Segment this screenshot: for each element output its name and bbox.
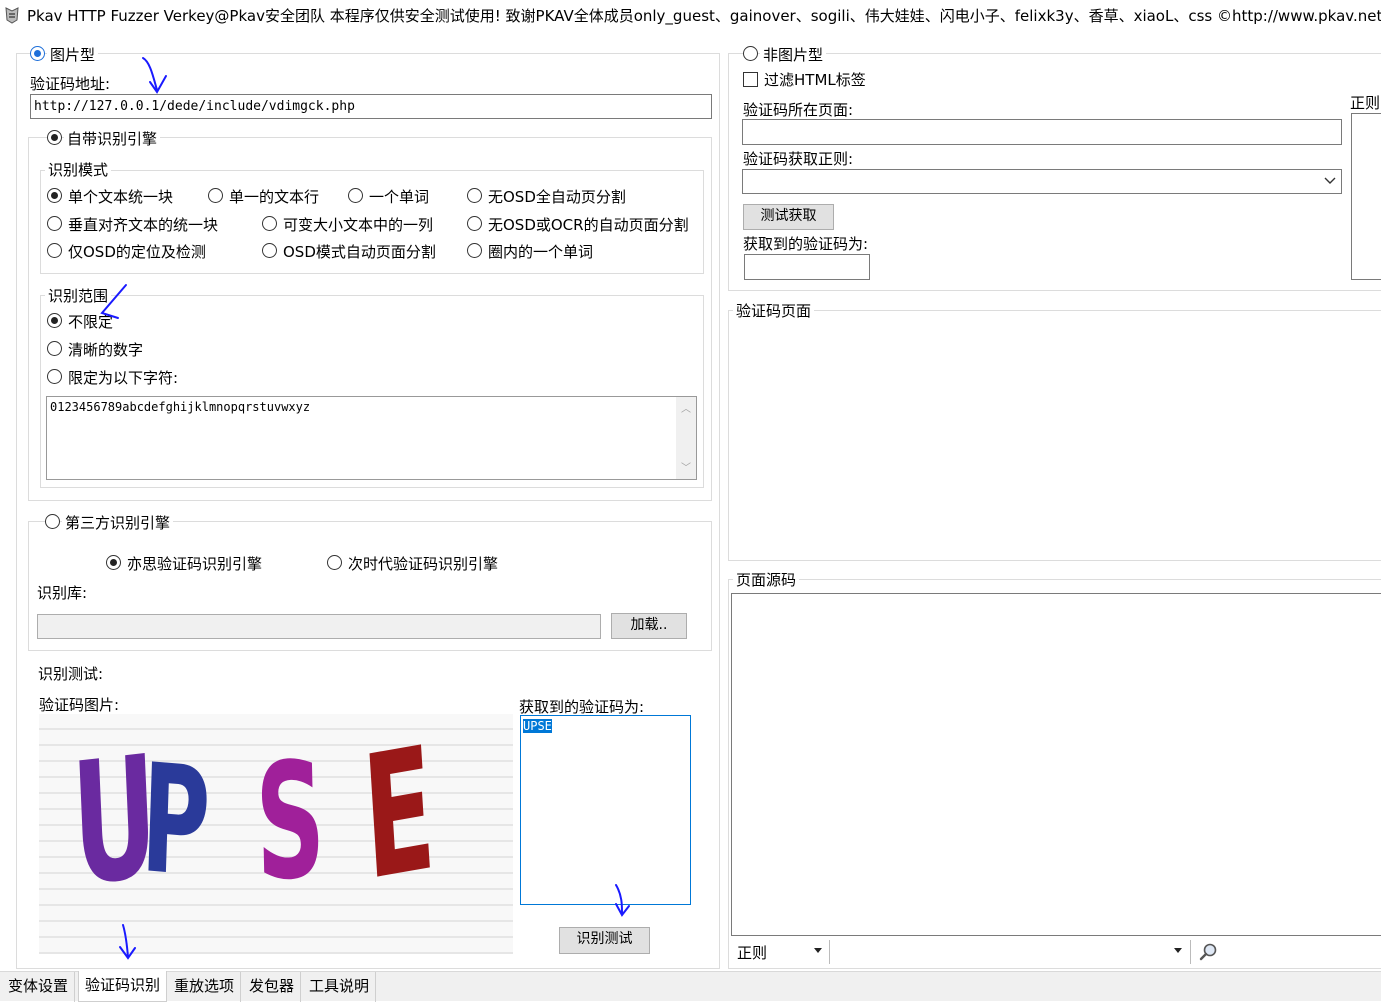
load-button[interactable]: 加载.. bbox=[611, 613, 687, 639]
filter-html-checkbox[interactable] bbox=[743, 72, 758, 87]
captcha-char: E bbox=[358, 714, 440, 919]
recognition-mode-radio[interactable] bbox=[262, 216, 277, 231]
page-source-legend: 页面源码 bbox=[733, 569, 800, 590]
recognition-mode-label: 单一的文本行 bbox=[229, 188, 320, 206]
recognition-mode-label: 圈内的一个单词 bbox=[488, 243, 594, 261]
tab-captcha-recognition[interactable]: 验证码识别 bbox=[78, 971, 168, 1002]
scroll-up-icon[interactable]: ︿ bbox=[678, 400, 694, 415]
third-party-engine-radio[interactable] bbox=[45, 514, 60, 529]
result-textarea[interactable]: UPSE bbox=[520, 715, 691, 905]
builtin-engine-radio[interactable] bbox=[47, 130, 62, 145]
recognition-mode-label: 一个单词 bbox=[369, 188, 430, 206]
fetched-captcha-input[interactable] bbox=[744, 254, 870, 280]
mode-image-label: 图片型 bbox=[47, 44, 99, 65]
recognition-mode-label: 无OSD全自动页分割 bbox=[488, 188, 626, 206]
result-value: UPSE bbox=[523, 719, 552, 733]
filter-html-label: 过滤HTML标签 bbox=[764, 71, 866, 89]
recognition-mode-radio[interactable] bbox=[47, 188, 62, 203]
mode-image-radio[interactable] bbox=[30, 46, 45, 61]
title-bar: Pkav HTTP Fuzzer Verkey@Pkav安全团队 本程序仅供安全… bbox=[0, 0, 1381, 30]
tab-packet-sender[interactable]: 发包器 bbox=[243, 972, 302, 1002]
window-title: Pkav HTTP Fuzzer Verkey@Pkav安全团队 本程序仅供安全… bbox=[27, 7, 1381, 25]
captcha-image-label: 验证码图片: bbox=[39, 696, 120, 714]
caret-down-icon[interactable] bbox=[1174, 948, 1182, 953]
captcha-url-input[interactable]: http://127.0.0.1/dede/include/vdimgck.ph… bbox=[30, 94, 712, 119]
recognition-mode-radio[interactable] bbox=[262, 243, 277, 258]
tab-bar: 变体设置 验证码识别 重放选项 发包器 工具说明 bbox=[0, 971, 1381, 1002]
recognition-mode-radio[interactable] bbox=[47, 216, 62, 231]
captcha-char: S bbox=[253, 725, 327, 917]
library-input[interactable] bbox=[37, 614, 601, 639]
recognition-mode-label: 单个文本统一块 bbox=[68, 188, 174, 206]
regex-select[interactable] bbox=[742, 169, 1342, 194]
recognition-mode-label: OSD模式自动页面分割 bbox=[283, 243, 436, 261]
charset-textarea[interactable]: 0123456789abcdefghijklmnopqrstuvwxyz bbox=[46, 396, 697, 480]
recognition-test-button[interactable]: 识别测试 bbox=[559, 927, 650, 954]
range-digits-label: 清晰的数字 bbox=[68, 341, 144, 359]
regex-label: 验证码获取正则: bbox=[743, 150, 854, 168]
range-unlimited-radio[interactable] bbox=[47, 313, 62, 328]
library-label: 识别库: bbox=[37, 584, 88, 602]
recognition-range-legend: 识别范围 bbox=[45, 285, 112, 306]
recognition-mode-radio[interactable] bbox=[467, 188, 482, 203]
toolbar-divider bbox=[829, 940, 830, 964]
recognition-mode-radio[interactable] bbox=[208, 188, 223, 203]
recognition-mode-radio[interactable] bbox=[348, 188, 363, 203]
engine-yisi-radio[interactable] bbox=[106, 555, 121, 570]
recognition-mode-label: 无OSD或OCR的自动页面分割 bbox=[488, 216, 689, 234]
app-icon bbox=[5, 7, 19, 24]
recognition-mode-label: 垂直对齐文本的统一块 bbox=[68, 216, 219, 234]
engine-yisi-label: 亦思验证码识别引擎 bbox=[127, 555, 263, 573]
tab-replay-options[interactable]: 重放选项 bbox=[168, 972, 242, 1002]
charset-scrollbar[interactable]: ︿ ﹀ bbox=[676, 397, 696, 479]
scroll-down-icon[interactable]: ﹀ bbox=[678, 459, 694, 474]
tab-tool-help[interactable]: 工具说明 bbox=[303, 972, 377, 1002]
filter-select[interactable]: 正则 bbox=[737, 942, 767, 963]
fetched-captcha-label: 获取到的验证码为: bbox=[743, 235, 869, 253]
captcha-page-input[interactable] bbox=[742, 119, 1342, 145]
recognition-mode-radio[interactable] bbox=[467, 216, 482, 231]
caret-down-icon[interactable] bbox=[814, 948, 822, 953]
test-legend: 识别测试: bbox=[38, 665, 104, 683]
tab-variant-settings[interactable]: 变体设置 bbox=[2, 972, 76, 1002]
engine-next-gen-radio[interactable] bbox=[327, 555, 342, 570]
captcha-image: U P S E bbox=[39, 714, 513, 954]
recognition-mode-label: 仅OSD的定位及检测 bbox=[68, 243, 206, 261]
range-charset-label: 限定为以下字符: bbox=[68, 369, 179, 387]
mode-nonimage-label: 非图片型 bbox=[760, 44, 827, 65]
recognition-mode-radio[interactable] bbox=[47, 243, 62, 258]
captcha-char: P bbox=[138, 732, 213, 912]
page-source-textarea[interactable] bbox=[731, 593, 1381, 936]
range-digits-radio[interactable] bbox=[47, 341, 62, 356]
chevron-down-icon[interactable] bbox=[1324, 177, 1336, 185]
range-unlimited-label: 不限定 bbox=[68, 313, 114, 331]
builtin-engine-label: 自带识别引擎 bbox=[64, 128, 161, 149]
captcha-page-group bbox=[728, 310, 1381, 561]
range-charset-radio[interactable] bbox=[47, 369, 62, 384]
search-select[interactable] bbox=[832, 940, 1184, 964]
result-label: 获取到的验证码为: bbox=[519, 698, 645, 716]
third-party-engine-label: 第三方识别引擎 bbox=[62, 512, 174, 533]
mode-nonimage-radio[interactable] bbox=[743, 46, 758, 61]
regex-side-textarea[interactable] bbox=[1351, 113, 1381, 280]
search-icon[interactable] bbox=[1199, 942, 1219, 962]
engine-next-gen-label: 次时代验证码识别引擎 bbox=[348, 555, 499, 573]
recognition-mode-legend: 识别模式 bbox=[45, 159, 112, 180]
test-fetch-button[interactable]: 测试获取 bbox=[743, 204, 834, 230]
recognition-mode-radio[interactable] bbox=[467, 243, 482, 258]
toolbar-divider bbox=[1190, 940, 1191, 964]
captcha-url-label: 验证码地址: bbox=[30, 75, 111, 93]
captcha-page-legend: 验证码页面 bbox=[733, 300, 815, 321]
regex-side-label: 正则 bbox=[1350, 94, 1381, 112]
recognition-mode-label: 可变大小文本中的一列 bbox=[283, 216, 434, 234]
captcha-page-label: 验证码所在页面: bbox=[743, 101, 854, 119]
